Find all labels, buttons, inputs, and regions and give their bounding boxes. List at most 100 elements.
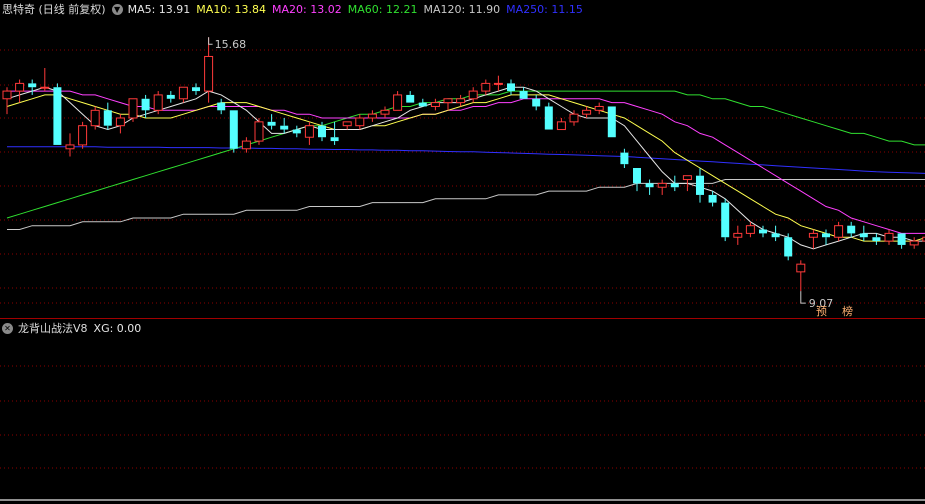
candle <box>808 229 818 249</box>
candle <box>304 121 314 145</box>
candle <box>594 102 604 115</box>
candle <box>280 118 289 134</box>
low-marker <box>800 291 806 304</box>
ma20-label: MA20: 13.02 <box>272 2 342 16</box>
candle <box>582 106 592 118</box>
candle <box>393 91 403 111</box>
candle-body <box>481 82 491 92</box>
kline-chart[interactable]: 15.689.07预榜 <box>0 0 925 504</box>
candle <box>633 168 641 192</box>
candle-body <box>380 109 390 115</box>
chevron-down-icon[interactable]: ▼ <box>111 3 123 15</box>
candle <box>468 87 478 103</box>
stock-title[interactable]: 思特奇 (日线 前复权) <box>2 1 106 17</box>
candle-body <box>153 94 163 111</box>
candle-body <box>342 121 352 127</box>
candle-body <box>406 94 415 103</box>
candle-body <box>456 98 466 104</box>
ma5-line <box>6 86 925 250</box>
candle-body <box>909 240 919 246</box>
candle <box>367 110 377 122</box>
candle-body <box>178 86 188 100</box>
candle <box>481 79 491 95</box>
grid <box>0 49 925 469</box>
candle-body <box>532 98 541 107</box>
candle-body <box>217 102 226 111</box>
candle-body <box>292 129 301 134</box>
candle-body <box>468 90 478 100</box>
close-icon[interactable]: ✕ <box>2 322 13 334</box>
candle-body <box>141 98 150 111</box>
candle <box>128 98 138 122</box>
candle-body <box>822 233 830 238</box>
candle <box>733 225 743 245</box>
candle <box>493 75 503 92</box>
candle-body <box>28 83 37 88</box>
candle <box>771 225 780 242</box>
candle-body <box>330 137 339 142</box>
candle <box>229 110 238 153</box>
candle <box>443 98 453 111</box>
sub-header: ✕ 龙背山战法V8 XG: 0.00 <box>2 320 147 336</box>
candle-body <box>418 102 427 107</box>
candle-body <box>254 121 264 142</box>
candle-body <box>620 152 629 165</box>
candle-body <box>65 144 75 150</box>
candle <box>532 94 541 111</box>
candle-body <box>519 91 528 99</box>
indicator-title[interactable]: 龙背山战法V8 <box>18 320 88 336</box>
candle-body <box>594 105 604 111</box>
candle <box>406 91 415 103</box>
candle-body <box>15 82 25 92</box>
candle-body <box>204 55 214 92</box>
candle-body <box>708 194 717 203</box>
candle <box>254 118 264 145</box>
candle-body <box>645 183 654 188</box>
candle-body <box>872 237 881 242</box>
high-marker <box>208 37 213 45</box>
candle <box>292 125 301 138</box>
indicator-pane <box>0 499 925 501</box>
candle <box>456 94 466 107</box>
candle <box>78 121 88 149</box>
candle-body <box>493 82 503 85</box>
candle-body <box>582 109 592 115</box>
candle <box>670 175 679 192</box>
candle-body <box>607 106 616 138</box>
candle-body <box>40 86 50 89</box>
candle-body <box>847 225 856 234</box>
candle-body <box>430 102 440 107</box>
candle-body <box>682 175 692 181</box>
candle-body <box>633 168 641 184</box>
candle-body <box>304 125 314 138</box>
ma250-label: MA250: 11.15 <box>506 2 583 16</box>
main-header: 思特奇 (日线 前复权) ▼ MA5: 13.91 MA10: 13.84 MA… <box>2 1 589 17</box>
candle <box>884 229 894 245</box>
candle <box>90 106 100 130</box>
candle-body <box>771 233 780 238</box>
candle-body <box>393 94 403 111</box>
candle <box>859 225 868 242</box>
candle-body <box>53 87 62 145</box>
ma10-label: MA10: 13.84 <box>196 2 267 16</box>
candle-body <box>897 233 906 245</box>
candle <box>556 118 566 131</box>
candle-body <box>657 182 667 188</box>
moving-average-lines <box>6 86 925 250</box>
candle-body <box>544 106 553 130</box>
candle <box>28 79 37 95</box>
candle <box>192 83 200 95</box>
candle <box>544 102 553 130</box>
candle <box>40 68 50 92</box>
candle <box>872 233 881 245</box>
candle <box>65 133 75 157</box>
xg-label: XG: 0.00 <box>93 321 142 335</box>
candle-body <box>808 232 818 238</box>
candle <box>834 221 844 242</box>
candle-body <box>318 125 326 138</box>
candle <box>847 221 856 238</box>
candle-body <box>355 117 365 127</box>
candle-body <box>78 125 88 146</box>
candle <box>645 179 654 195</box>
candle <box>53 83 62 145</box>
